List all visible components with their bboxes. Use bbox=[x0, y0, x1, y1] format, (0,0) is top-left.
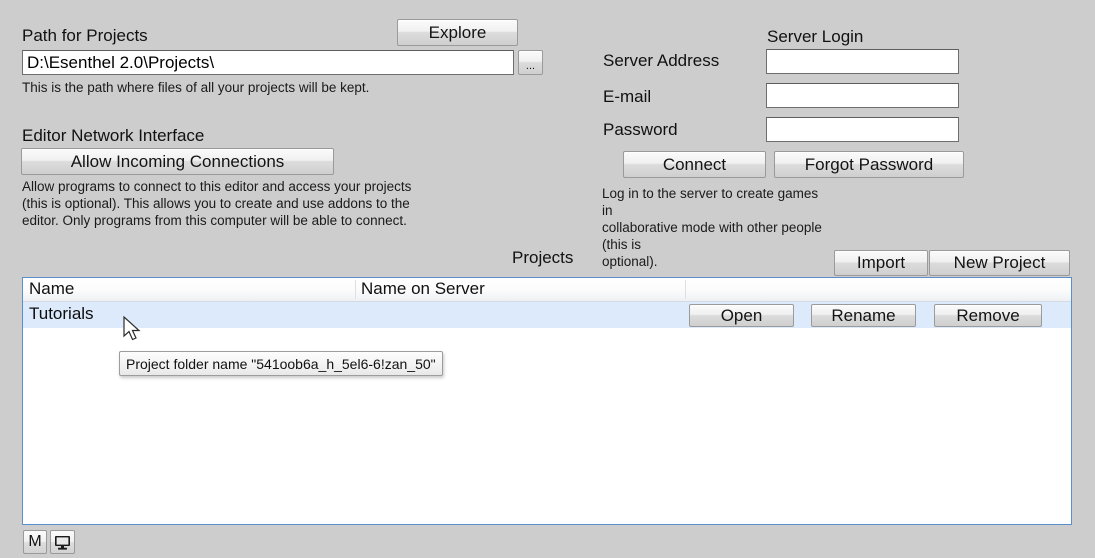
import-button[interactable]: Import bbox=[834, 250, 928, 276]
column-divider[interactable] bbox=[355, 280, 356, 299]
status-mode-button[interactable]: M bbox=[23, 530, 47, 554]
email-label: E-mail bbox=[603, 87, 652, 106]
server-address-label: Server Address bbox=[603, 51, 720, 70]
explore-button[interactable]: Explore bbox=[397, 19, 518, 46]
browse-path-button[interactable]: ... bbox=[518, 50, 543, 75]
column-divider[interactable] bbox=[685, 280, 686, 299]
network-hint-line-1: Allow programs to connect to this editor… bbox=[22, 179, 412, 194]
password-input[interactable] bbox=[766, 117, 959, 142]
server-login-hint-line-3: optional). bbox=[602, 254, 658, 269]
path-input[interactable]: D:\Esenthel 2.0\Projects\ bbox=[22, 50, 514, 75]
monitor-icon-glyph bbox=[55, 535, 70, 550]
projects-list[interactable]: Name Name on Server Tutorials Open Renam… bbox=[22, 277, 1072, 525]
email-input[interactable] bbox=[766, 83, 959, 108]
forgot-password-button[interactable]: Forgot Password bbox=[774, 151, 964, 178]
network-hint-line-2: (this is optional). This allows you to c… bbox=[22, 196, 410, 211]
server-address-input[interactable] bbox=[766, 49, 959, 74]
remove-project-button[interactable]: Remove bbox=[934, 304, 1042, 327]
editor-network-interface-title: Editor Network Interface bbox=[22, 126, 205, 145]
column-header-name-on-server[interactable]: Name on Server bbox=[361, 279, 485, 299]
table-row[interactable]: Tutorials Open Rename Remove bbox=[23, 302, 1071, 328]
monitor-icon[interactable] bbox=[50, 530, 75, 554]
password-label: Password bbox=[603, 120, 678, 139]
server-login-hint: Log in to the server to create games in … bbox=[602, 185, 832, 270]
projects-settings-window: Path for Projects Explore D:\Esenthel 2.… bbox=[0, 0, 1095, 558]
rename-project-button[interactable]: Rename bbox=[811, 304, 916, 327]
path-for-projects-title: Path for Projects bbox=[22, 26, 148, 45]
connect-button[interactable]: Connect bbox=[623, 151, 766, 178]
projects-title: Projects bbox=[512, 248, 574, 267]
open-project-button[interactable]: Open bbox=[689, 304, 794, 327]
network-hint: Allow programs to connect to this editor… bbox=[22, 178, 522, 229]
path-hint: This is the path where files of all your… bbox=[22, 80, 370, 95]
network-hint-line-3: editor. Only programs from this computer… bbox=[22, 213, 407, 228]
new-project-button[interactable]: New Project bbox=[929, 250, 1070, 276]
column-header-name[interactable]: Name bbox=[29, 279, 74, 299]
server-login-hint-line-2: collaborative mode with other people (th… bbox=[602, 220, 822, 252]
project-folder-tooltip: Project folder name "541oob6a_h_5el6-6!z… bbox=[119, 351, 443, 376]
projects-list-header: Name Name on Server bbox=[23, 278, 1071, 302]
server-login-hint-line-1: Log in to the server to create games in bbox=[602, 186, 819, 218]
allow-incoming-connections-button[interactable]: Allow Incoming Connections bbox=[21, 148, 334, 175]
row-name: Tutorials bbox=[29, 304, 94, 323]
server-login-title: Server Login bbox=[767, 27, 864, 46]
